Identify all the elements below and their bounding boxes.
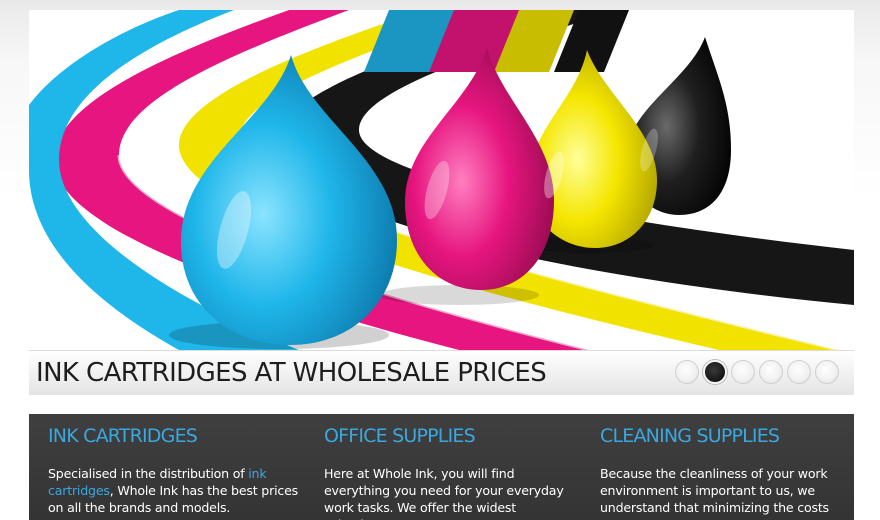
hero-slider: INK CARTRIDGES AT WHOLESALE PRICES xyxy=(29,10,854,395)
service-column-ink: INK CARTRIDGES Specialised in the distri… xyxy=(48,414,298,516)
slider-dot-6[interactable] xyxy=(815,360,839,384)
services-panel: INK CARTRIDGES Specialised in the distri… xyxy=(29,414,854,520)
service-heading: OFFICE SUPPLIES xyxy=(324,425,476,447)
slide-caption: INK CARTRIDGES AT WHOLESALE PRICES xyxy=(36,358,547,388)
slider-dot-5[interactable] xyxy=(787,360,811,384)
service-heading: INK CARTRIDGES xyxy=(48,425,198,447)
slider-dot-4[interactable] xyxy=(759,360,783,384)
service-heading: CLEANING SUPPLIES xyxy=(600,425,780,447)
slider-dot-3[interactable] xyxy=(731,360,755,384)
service-column-office: OFFICE SUPPLIES Here at Whole Ink, you w… xyxy=(324,414,574,520)
service-description: Specialised in the distribution of ink c… xyxy=(48,466,299,515)
slider-dot-2[interactable] xyxy=(703,360,727,384)
ink-drops-banner-image xyxy=(29,10,854,350)
service-column-cleaning: CLEANING SUPPLIES Because the cleanlines… xyxy=(600,414,850,516)
slider-pagination xyxy=(675,360,839,384)
service-description: Because the cleanliness of your work env… xyxy=(600,466,829,515)
slider-dot-1[interactable] xyxy=(675,360,699,384)
slide-caption-bar: INK CARTRIDGES AT WHOLESALE PRICES xyxy=(29,350,854,395)
service-description: Here at Whole Ink, you will find everyth… xyxy=(324,466,564,520)
